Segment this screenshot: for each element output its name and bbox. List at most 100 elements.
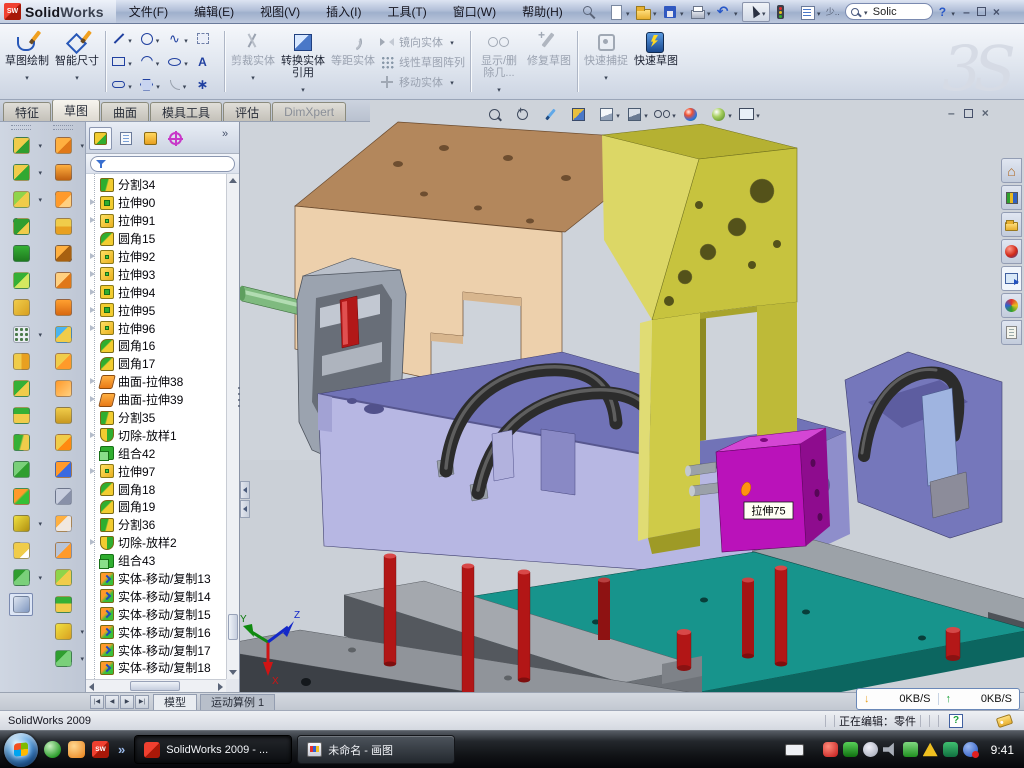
- tree-item[interactable]: 圆角16: [86, 337, 226, 355]
- tray-icon[interactable]: [903, 742, 918, 757]
- toolbar-overflow[interactable]: 少..: [824, 5, 842, 18]
- surface-tool-button[interactable]: [51, 539, 75, 562]
- sketch-entity-button[interactable]: [165, 50, 193, 73]
- collapse-left-icon[interactable]: [240, 481, 250, 499]
- tab-nav-button[interactable]: ▶: [120, 695, 134, 709]
- panel-tab[interactable]: [114, 127, 137, 150]
- tray-icon[interactable]: [843, 742, 858, 757]
- filter-input[interactable]: [90, 156, 235, 172]
- task-pane-tab[interactable]: [1001, 320, 1022, 345]
- quick-tips-button[interactable]: ?: [949, 714, 963, 728]
- menu-item[interactable]: 帮助(H): [509, 0, 576, 23]
- surface-tool-button[interactable]: [51, 215, 75, 238]
- quick-launch-overflow[interactable]: »: [118, 742, 125, 757]
- surface-tool-button[interactable]: [51, 431, 75, 454]
- view-tool-button[interactable]: [710, 105, 734, 123]
- chevron-down-icon[interactable]: [73, 67, 81, 85]
- sketch-entity-button[interactable]: [109, 50, 137, 73]
- tree-item[interactable]: 组合42: [86, 444, 226, 462]
- start-button[interactable]: [4, 733, 38, 767]
- surface-tool-button[interactable]: [51, 620, 75, 643]
- scroll-thumb[interactable]: [130, 681, 180, 691]
- surface-tool-button[interactable]: [51, 296, 75, 319]
- part-magenta-block[interactable]: [716, 428, 830, 552]
- tab-nav-button[interactable]: ◀: [105, 695, 119, 709]
- view-tool-button[interactable]: [738, 105, 762, 123]
- taskbar-task-button[interactable]: 未命名 - 画图: [298, 736, 454, 763]
- menu-item[interactable]: 工具(T): [374, 0, 439, 23]
- sketch-entity-button[interactable]: [137, 27, 165, 50]
- toolbar-button[interactable]: [742, 2, 770, 22]
- tray-icon[interactable]: [883, 742, 898, 757]
- tray-icon[interactable]: [923, 742, 938, 757]
- view-tool-button[interactable]: [654, 105, 678, 123]
- tray-icon[interactable]: [963, 742, 978, 757]
- chevron-down-icon[interactable]: [815, 3, 823, 21]
- chevron-down-icon[interactable]: [23, 67, 31, 85]
- expand-arrow-icon[interactable]: [89, 270, 98, 279]
- chevron-down-icon[interactable]: [949, 3, 957, 21]
- tree-item[interactable]: 实体-移动/复制18: [86, 659, 226, 677]
- help-button[interactable]: ?: [936, 5, 949, 19]
- model-tab[interactable]: 运动算例 1: [200, 694, 275, 710]
- chevron-down-icon[interactable]: [126, 30, 134, 48]
- chevron-down-icon[interactable]: [754, 105, 762, 123]
- toolbar-grip[interactable]: [11, 125, 31, 130]
- menu-item[interactable]: 窗口(W): [440, 0, 509, 23]
- chevron-down-icon[interactable]: [642, 105, 650, 123]
- chevron-down-icon[interactable]: [705, 3, 713, 21]
- feature-tool-button[interactable]: [9, 566, 33, 589]
- tree-item[interactable]: 曲面-拉伸39: [86, 391, 226, 409]
- surface-tool-button[interactable]: [51, 593, 75, 616]
- surface-tool-button[interactable]: [51, 188, 75, 211]
- view-tool-button[interactable]: [570, 105, 594, 123]
- scroll-right-icon[interactable]: [218, 683, 223, 691]
- expand-arrow-icon[interactable]: [89, 252, 98, 261]
- feature-tool-button[interactable]: [9, 431, 33, 454]
- toolbar-grip[interactable]: [53, 125, 73, 130]
- chevron-down-icon[interactable]: [126, 76, 134, 94]
- doc-minimize-button[interactable]: –: [948, 106, 955, 120]
- tree-item[interactable]: 拉伸91: [86, 212, 226, 230]
- close-button[interactable]: ×: [993, 5, 1000, 19]
- surface-tool-button[interactable]: [51, 458, 75, 481]
- ribbon-tab[interactable]: 特征: [3, 102, 51, 121]
- tree-item[interactable]: 拉伸97: [86, 462, 226, 480]
- menu-item[interactable]: 文件(F): [116, 0, 181, 23]
- surface-tool-button[interactable]: [51, 269, 75, 292]
- tray-icon[interactable]: [943, 742, 958, 757]
- tree-item[interactable]: 实体-移动/复制17: [86, 641, 226, 659]
- tree-item[interactable]: 圆角19: [86, 498, 226, 516]
- tree-item[interactable]: 实体-移动/复制16: [86, 623, 226, 641]
- feature-tool-button[interactable]: [9, 188, 33, 211]
- input-method-icon[interactable]: [785, 744, 804, 756]
- tree-item[interactable]: 拉伸90: [86, 194, 226, 212]
- sketch-button[interactable]: 草图绘制: [2, 26, 52, 97]
- toolbar-button[interactable]: [798, 2, 824, 22]
- expand-arrow-icon[interactable]: [89, 395, 98, 404]
- scroll-left-icon[interactable]: [89, 683, 94, 691]
- chevron-down-icon[interactable]: [154, 76, 162, 94]
- task-pane-tab[interactable]: [1001, 158, 1022, 183]
- task-pane-tab[interactable]: [1001, 212, 1022, 237]
- tree-item[interactable]: 分割35: [86, 409, 226, 427]
- chevron-down-icon[interactable]: [862, 6, 870, 18]
- scroll-thumb[interactable]: [228, 614, 238, 640]
- solidworks-shortcut-icon[interactable]: SW: [92, 741, 109, 758]
- toolbar-button[interactable]: [580, 2, 606, 22]
- panel-tab[interactable]: [139, 127, 162, 150]
- tree-item[interactable]: 圆角18: [86, 480, 226, 498]
- toolbar-button[interactable]: [715, 2, 741, 22]
- panel-more-button[interactable]: »: [222, 128, 228, 140]
- tree-item[interactable]: 实体-移动/复制13: [86, 570, 226, 588]
- surface-tool-button[interactable]: [51, 377, 75, 400]
- doc-close-button[interactable]: ×: [982, 106, 989, 120]
- taskbar-task-button[interactable]: SolidWorks 2009 - ...: [135, 736, 291, 763]
- feature-tool-button[interactable]: [9, 512, 33, 535]
- ribbon-tab[interactable]: DimXpert: [272, 102, 346, 121]
- toolbar-button[interactable]: [634, 2, 660, 22]
- expand-arrow-icon[interactable]: [89, 377, 98, 386]
- chevron-down-icon[interactable]: [651, 3, 659, 21]
- chevron-down-icon[interactable]: [181, 76, 189, 94]
- feature-tool-button[interactable]: [9, 242, 33, 265]
